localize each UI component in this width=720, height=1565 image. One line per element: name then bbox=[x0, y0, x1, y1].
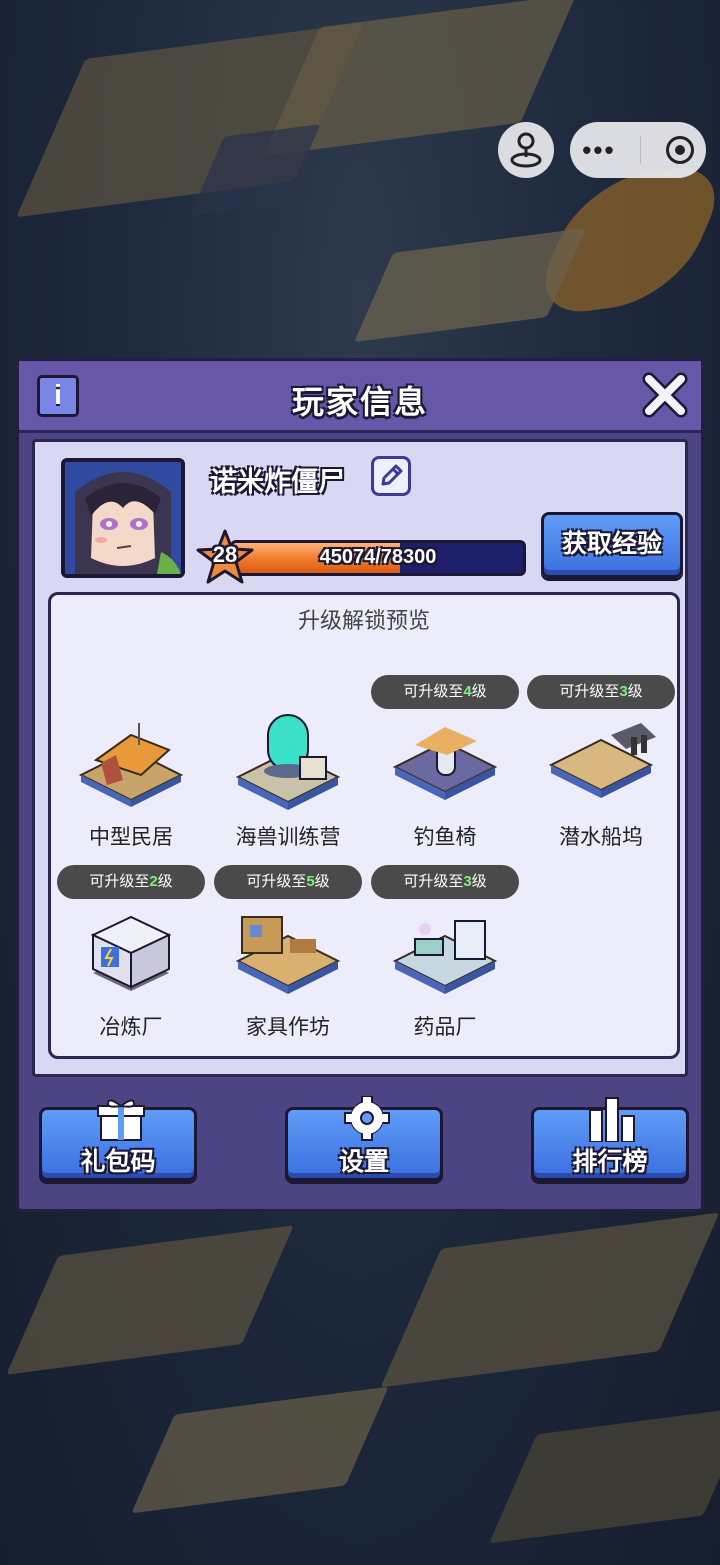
upgrade-badge: 可升级至4级 bbox=[371, 675, 519, 709]
building-name: 中型民居 bbox=[89, 826, 173, 849]
badge-suffix: 级 bbox=[471, 683, 487, 700]
badge-text: 可升级至 bbox=[403, 873, 464, 890]
building-item[interactable]: 可升级至3级 潜水船坞 bbox=[527, 675, 675, 851]
xp-progress-bar: 45074/78300 bbox=[230, 540, 526, 576]
building-item[interactable]: 可升级至3级 药品厂 bbox=[371, 865, 519, 1041]
upgrade-badge: 可升级至2级 bbox=[57, 865, 205, 899]
player-level: 28 bbox=[212, 542, 238, 567]
badge-suffix: 级 bbox=[627, 683, 643, 700]
panel-header: i 玩家信息 bbox=[19, 361, 701, 433]
badge-level: 5 bbox=[306, 873, 315, 890]
building-name: 海兽训练营 bbox=[235, 826, 341, 849]
building-name: 家具作坊 bbox=[246, 1016, 330, 1039]
badge-text: 可升级至 bbox=[403, 683, 464, 700]
edit-name-button[interactable] bbox=[371, 456, 411, 496]
sea-beast-camp-art bbox=[235, 714, 341, 810]
leaderboard-button[interactable]: 排行榜 bbox=[531, 1097, 689, 1181]
leaderboard-label: 排行榜 bbox=[572, 1148, 648, 1176]
upgrade-unlock-preview: 升级解锁预览 中型民居 海兽训练营 可升级至4级 钓鱼椅 可升级至3级 潜水船坞… bbox=[48, 592, 680, 1059]
badge-level: 2 bbox=[149, 873, 158, 890]
player-info-panel: i 玩家信息 诺米炸僵尸 45074/78300 28 获取经验 升级解锁预览 … bbox=[16, 358, 704, 1212]
panel-title: 玩家信息 bbox=[291, 384, 428, 420]
dive-dock-art bbox=[548, 723, 656, 798]
fishing-chair-art bbox=[392, 727, 498, 800]
building-item[interactable]: 可升级至5级 家具作坊 bbox=[214, 865, 362, 1041]
building-item[interactable]: 可升级至4级 钓鱼椅 bbox=[371, 675, 519, 851]
close-mini-program-button[interactable] bbox=[665, 136, 694, 164]
badge-suffix: 级 bbox=[471, 873, 487, 890]
joystick-icon bbox=[510, 132, 542, 168]
building-item[interactable]: 海兽训练营 bbox=[214, 675, 362, 851]
pharmacy-art bbox=[392, 920, 498, 994]
smelter-art bbox=[90, 915, 172, 991]
building-name: 冶炼厂 bbox=[99, 1016, 163, 1039]
capsule-divider bbox=[640, 136, 642, 164]
upgrade-badge: 可升级至3级 bbox=[371, 865, 519, 899]
settings-label: 设置 bbox=[338, 1148, 389, 1176]
upgrade-badge: 可升级至3级 bbox=[527, 675, 675, 709]
building-name: 钓鱼椅 bbox=[413, 826, 477, 849]
building-item[interactable]: 可升级至2级 冶炼厂 bbox=[57, 865, 205, 1041]
building-item[interactable]: 中型民居 bbox=[57, 675, 205, 851]
settings-button[interactable]: 设置 bbox=[285, 1096, 443, 1181]
badge-level: 4 bbox=[463, 683, 472, 700]
avatar-portrait bbox=[65, 462, 181, 574]
player-info-body: 诺米炸僵尸 45074/78300 28 获取经验 升级解锁预览 中型民居 海兽… bbox=[32, 439, 688, 1077]
building-name: 药品厂 bbox=[413, 1016, 477, 1039]
mini-program-capsule: ••• bbox=[570, 122, 706, 178]
building-name: 潜水船坞 bbox=[559, 826, 643, 849]
gift-code-button[interactable]: 礼包码 bbox=[39, 1099, 197, 1181]
avatar[interactable] bbox=[61, 458, 185, 578]
joystick-button[interactable] bbox=[498, 122, 554, 178]
badge-suffix: 级 bbox=[314, 873, 330, 890]
furniture-workshop-art bbox=[235, 916, 341, 994]
get-xp-button[interactable]: 获取经验 bbox=[541, 512, 683, 578]
gear-icon bbox=[344, 1096, 390, 1141]
player-nickname: 诺米炸僵尸 bbox=[210, 467, 345, 497]
more-menu-button[interactable]: ••• bbox=[582, 137, 615, 163]
bar-chart-icon bbox=[589, 1097, 635, 1142]
upgrade-badge: 可升级至5级 bbox=[214, 865, 362, 899]
xp-progress-text: 45074/78300 bbox=[319, 546, 437, 568]
badge-suffix: 级 bbox=[157, 873, 173, 890]
gift-code-label: 礼包码 bbox=[80, 1148, 156, 1176]
badge-text: 可升级至 bbox=[246, 873, 307, 890]
pencil-icon bbox=[381, 464, 403, 486]
medium-house-art bbox=[78, 723, 184, 807]
badge-text: 可升级至 bbox=[89, 873, 150, 890]
badge-text: 可升级至 bbox=[559, 683, 620, 700]
preview-title: 升级解锁预览 bbox=[297, 608, 430, 633]
close-icon[interactable] bbox=[641, 371, 689, 419]
gift-icon bbox=[97, 1099, 145, 1141]
badge-level: 3 bbox=[463, 873, 472, 890]
badge-level: 3 bbox=[619, 683, 628, 700]
